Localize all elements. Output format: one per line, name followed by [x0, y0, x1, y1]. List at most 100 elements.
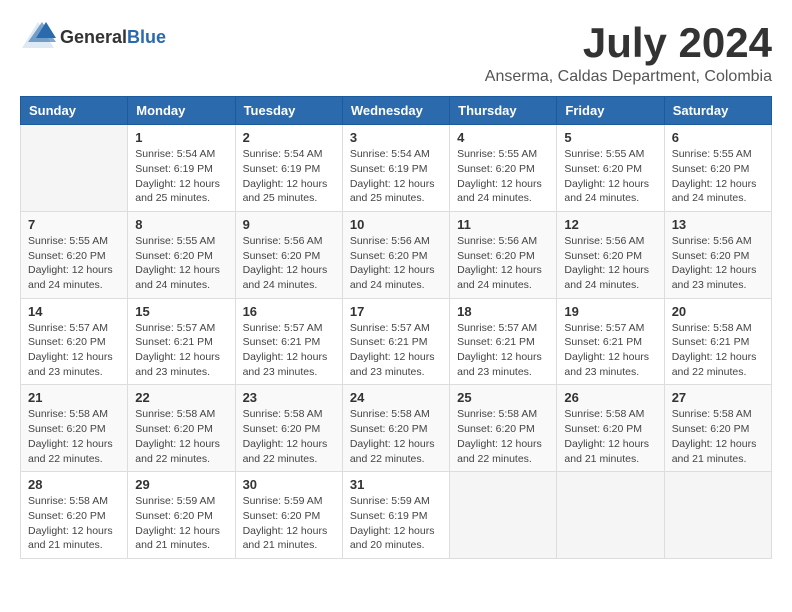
calendar-cell: 23 Sunrise: 5:58 AM Sunset: 6:20 PM Dayli…	[235, 385, 342, 472]
day-number: 30	[243, 477, 335, 492]
day-number: 1	[135, 130, 227, 145]
calendar-cell: 12 Sunrise: 5:56 AM Sunset: 6:20 PM Dayli…	[557, 211, 664, 298]
calendar-header-row: SundayMondayTuesdayWednesdayThursdayFrid…	[21, 97, 772, 125]
day-number: 4	[457, 130, 549, 145]
day-number: 5	[564, 130, 656, 145]
day-number: 20	[672, 304, 764, 319]
calendar-cell: 20 Sunrise: 5:58 AM Sunset: 6:21 PM Dayli…	[664, 298, 771, 385]
day-number: 21	[28, 390, 120, 405]
day-number: 24	[350, 390, 442, 405]
calendar-cell: 24Sunrise: 5:58 AM Sunset: 6:20 PM Dayli…	[342, 385, 449, 472]
day-number: 23	[243, 390, 335, 405]
day-number: 11	[457, 217, 549, 232]
logo-general: General	[60, 27, 127, 47]
day-info: Sunrise: 5:57 AM Sunset: 6:21 PM Dayligh…	[564, 321, 656, 380]
calendar-header-tuesday: Tuesday	[235, 97, 342, 125]
calendar-cell: 28 Sunrise: 5:58 AM Sunset: 6:20 PM Dayli…	[21, 472, 128, 559]
calendar-cell: 22 Sunrise: 5:58 AM Sunset: 6:20 PM Dayli…	[128, 385, 235, 472]
location-subtitle: Anserma, Caldas Department, Colombia	[485, 68, 772, 86]
calendar-cell: 5 Sunrise: 5:55 AM Sunset: 6:20 PM Daylig…	[557, 125, 664, 212]
day-info: Sunrise: 5:55 AM Sunset: 6:20 PM Dayligh…	[564, 147, 656, 206]
calendar-cell: 6 Sunrise: 5:55 AM Sunset: 6:20 PM Daylig…	[664, 125, 771, 212]
calendar-table: SundayMondayTuesdayWednesdayThursdayFrid…	[20, 96, 772, 559]
day-number: 9	[243, 217, 335, 232]
day-info: Sunrise: 5:58 AM Sunset: 6:20 PM Dayligh…	[564, 407, 656, 466]
month-year-title: July 2024	[485, 20, 772, 66]
day-info: Sunrise: 5:58 AM Sunset: 6:20 PM Dayligh…	[28, 407, 120, 466]
day-number: 12	[564, 217, 656, 232]
calendar-cell: 1 Sunrise: 5:54 AM Sunset: 6:19 PM Daylig…	[128, 125, 235, 212]
day-info: Sunrise: 5:58 AM Sunset: 6:20 PM Dayligh…	[135, 407, 227, 466]
day-number: 28	[28, 477, 120, 492]
day-info: Sunrise: 5:58 AM Sunset: 6:21 PM Dayligh…	[672, 321, 764, 380]
day-number: 22	[135, 390, 227, 405]
day-number: 6	[672, 130, 764, 145]
day-info: Sunrise: 5:57 AM Sunset: 6:21 PM Dayligh…	[350, 321, 442, 380]
day-number: 10	[350, 217, 442, 232]
day-number: 16	[243, 304, 335, 319]
day-number: 27	[672, 390, 764, 405]
day-number: 26	[564, 390, 656, 405]
calendar-cell: 11Sunrise: 5:56 AM Sunset: 6:20 PM Dayli…	[450, 211, 557, 298]
day-number: 14	[28, 304, 120, 319]
day-info: Sunrise: 5:56 AM Sunset: 6:20 PM Dayligh…	[243, 234, 335, 293]
logo-icon	[20, 20, 56, 55]
calendar-header-wednesday: Wednesday	[342, 97, 449, 125]
day-info: Sunrise: 5:58 AM Sunset: 6:20 PM Dayligh…	[28, 494, 120, 553]
day-info: Sunrise: 5:57 AM Sunset: 6:20 PM Dayligh…	[28, 321, 120, 380]
calendar-cell	[664, 472, 771, 559]
calendar-cell: 27 Sunrise: 5:58 AM Sunset: 6:20 PM Dayli…	[664, 385, 771, 472]
day-number: 15	[135, 304, 227, 319]
day-info: Sunrise: 5:58 AM Sunset: 6:20 PM Dayligh…	[672, 407, 764, 466]
calendar-cell	[557, 472, 664, 559]
calendar-cell: 19 Sunrise: 5:57 AM Sunset: 6:21 PM Dayli…	[557, 298, 664, 385]
day-number: 3	[350, 130, 442, 145]
calendar-cell: 21 Sunrise: 5:58 AM Sunset: 6:20 PM Dayli…	[21, 385, 128, 472]
calendar-cell: 10 Sunrise: 5:56 AM Sunset: 6:20 PM Dayli…	[342, 211, 449, 298]
calendar-cell: 17Sunrise: 5:57 AM Sunset: 6:21 PM Dayli…	[342, 298, 449, 385]
calendar-week-3: 21 Sunrise: 5:58 AM Sunset: 6:20 PM Dayli…	[21, 385, 772, 472]
day-number: 18	[457, 304, 549, 319]
day-info: Sunrise: 5:59 AM Sunset: 6:20 PM Dayligh…	[243, 494, 335, 553]
calendar-header-saturday: Saturday	[664, 97, 771, 125]
calendar-cell: 13 Sunrise: 5:56 AM Sunset: 6:20 PM Dayli…	[664, 211, 771, 298]
day-number: 25	[457, 390, 549, 405]
day-info: Sunrise: 5:58 AM Sunset: 6:20 PM Dayligh…	[243, 407, 335, 466]
day-info: Sunrise: 5:56 AM Sunset: 6:20 PM Dayligh…	[672, 234, 764, 293]
day-info: Sunrise: 5:54 AM Sunset: 6:19 PM Dayligh…	[243, 147, 335, 206]
day-info: Sunrise: 5:54 AM Sunset: 6:19 PM Dayligh…	[135, 147, 227, 206]
day-info: Sunrise: 5:59 AM Sunset: 6:20 PM Dayligh…	[135, 494, 227, 553]
day-info: Sunrise: 5:57 AM Sunset: 6:21 PM Dayligh…	[135, 321, 227, 380]
day-number: 13	[672, 217, 764, 232]
calendar-week-1: 7 Sunrise: 5:55 AM Sunset: 6:20 PM Daylig…	[21, 211, 772, 298]
calendar-cell	[450, 472, 557, 559]
day-info: Sunrise: 5:55 AM Sunset: 6:20 PM Dayligh…	[672, 147, 764, 206]
day-info: Sunrise: 5:56 AM Sunset: 6:20 PM Dayligh…	[564, 234, 656, 293]
day-info: Sunrise: 5:55 AM Sunset: 6:20 PM Dayligh…	[135, 234, 227, 293]
day-info: Sunrise: 5:56 AM Sunset: 6:20 PM Dayligh…	[350, 234, 442, 293]
logo: GeneralBlue	[20, 20, 166, 55]
day-number: 19	[564, 304, 656, 319]
day-info: Sunrise: 5:57 AM Sunset: 6:21 PM Dayligh…	[243, 321, 335, 380]
calendar-header-friday: Friday	[557, 97, 664, 125]
calendar-week-4: 28 Sunrise: 5:58 AM Sunset: 6:20 PM Dayli…	[21, 472, 772, 559]
calendar-cell: 8Sunrise: 5:55 AM Sunset: 6:20 PM Daylig…	[128, 211, 235, 298]
calendar-cell: 25Sunrise: 5:58 AM Sunset: 6:20 PM Dayli…	[450, 385, 557, 472]
day-number: 7	[28, 217, 120, 232]
calendar-cell: 14 Sunrise: 5:57 AM Sunset: 6:20 PM Dayli…	[21, 298, 128, 385]
calendar-cell: 7 Sunrise: 5:55 AM Sunset: 6:20 PM Daylig…	[21, 211, 128, 298]
calendar-cell: 15 Sunrise: 5:57 AM Sunset: 6:21 PM Dayli…	[128, 298, 235, 385]
day-info: Sunrise: 5:55 AM Sunset: 6:20 PM Dayligh…	[28, 234, 120, 293]
calendar-header-sunday: Sunday	[21, 97, 128, 125]
calendar-cell: 29Sunrise: 5:59 AM Sunset: 6:20 PM Dayli…	[128, 472, 235, 559]
logo-text: GeneralBlue	[60, 27, 166, 48]
calendar-week-2: 14 Sunrise: 5:57 AM Sunset: 6:20 PM Dayli…	[21, 298, 772, 385]
title-section: July 2024 Anserma, Caldas Department, Co…	[485, 20, 772, 86]
calendar-header-monday: Monday	[128, 97, 235, 125]
calendar-week-0: 1 Sunrise: 5:54 AM Sunset: 6:19 PM Daylig…	[21, 125, 772, 212]
header: GeneralBlue July 2024 Anserma, Caldas De…	[20, 20, 772, 86]
calendar-cell: 2Sunrise: 5:54 AM Sunset: 6:19 PM Daylig…	[235, 125, 342, 212]
calendar-cell: 16 Sunrise: 5:57 AM Sunset: 6:21 PM Dayli…	[235, 298, 342, 385]
calendar-cell: 30 Sunrise: 5:59 AM Sunset: 6:20 PM Dayli…	[235, 472, 342, 559]
calendar-cell: 18Sunrise: 5:57 AM Sunset: 6:21 PM Dayli…	[450, 298, 557, 385]
